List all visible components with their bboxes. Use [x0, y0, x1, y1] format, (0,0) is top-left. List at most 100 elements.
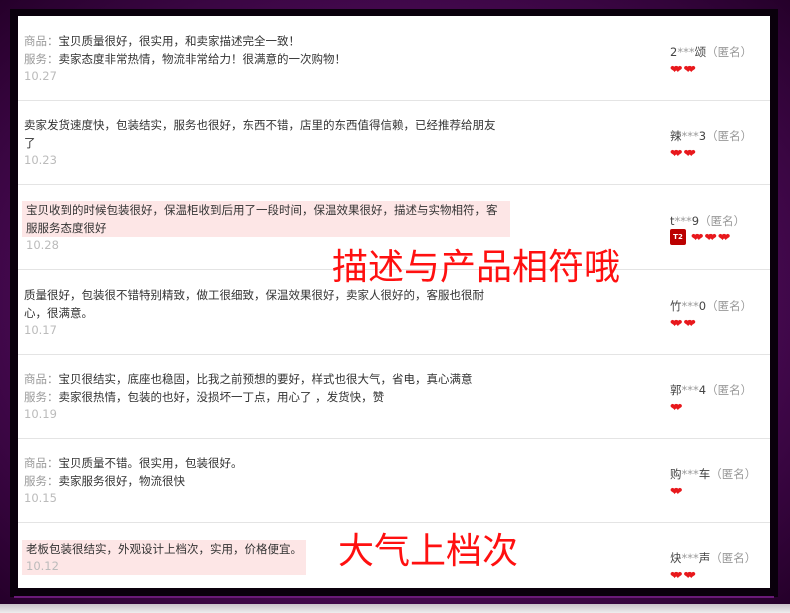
reviewer-name: 炔***声（匿名） — [670, 550, 756, 566]
review-date: 10.28 — [26, 238, 59, 252]
credit-level: ❤❤ ❤❤ — [670, 148, 696, 159]
reviewer-anon: （匿名） — [699, 214, 746, 228]
heart-icon: ❤❤ — [683, 569, 696, 582]
review-line: 服务：卖家态度非常热情，物流非常给力！很满意的一次购物！ — [24, 50, 504, 68]
reviewer-user-first: 竹 — [670, 299, 682, 313]
review-line: 服务：卖家很热情，包装的也好，没损坏一丁点，用心了 ，发货快，赞 — [24, 388, 504, 406]
heart-icon: ❤❤ — [704, 230, 717, 244]
review-date: 10.23 — [24, 153, 57, 167]
review-row: 商品：宝贝质量不错。很实用，包装很好。 服务：卖家服务很好，物流很快 10.15 购*… — [18, 438, 770, 523]
reviewer-name: 竹***0（匿名） — [670, 298, 752, 314]
review-line-text: 宝贝收到的时候包装很好，保温柜收到后用了一段时间，保温效果很好，描述与实物相符，… — [26, 203, 498, 235]
review-line-text: 卖家态度非常热情，物流非常给力！很满意的一次购物！ — [58, 52, 347, 66]
credit-level: ❤❤ ❤❤ — [670, 570, 696, 581]
overlay-caption: 描述与产品相符哦 — [332, 247, 621, 288]
reviewer-user-first: 炔 — [670, 551, 682, 565]
reviewer-user-mask: *** — [681, 551, 699, 565]
review-list: 商品：宝贝质量很好，很实用，和卖家描述完全一致！ 服务：卖家态度非常热情，物流非常… — [18, 16, 770, 588]
reviewer-name: 购***车（匿名） — [670, 466, 756, 482]
review-line-text: 卖家服务很好，物流很快 — [58, 474, 186, 488]
heart-icon: ❤❤ — [670, 485, 683, 498]
reviewer-anon: （匿名） — [710, 467, 757, 481]
reviewer-user-mask: *** — [681, 299, 699, 313]
review-date: 10.27 — [24, 69, 57, 83]
review-row: 商品：宝贝很结实，底座也稳固，比我之前预想的要好，样式也很大气，省电，真心满意服… — [18, 354, 770, 439]
review-line: 商品：宝贝质量很好，很实用，和卖家描述完全一致！ — [24, 32, 504, 50]
review-date: 10.19 — [24, 407, 57, 421]
review-line-text: 卖家很热情，包装的也好，没损坏一丁点，用心了 ，发货快，赞 — [58, 390, 385, 404]
review-line-label: 商品： — [24, 34, 59, 48]
review-line: 卖家发货速度快，包装结实，服务也很好，东西不错，店里的东西值得信赖，已经推荐给朋… — [24, 116, 504, 152]
reviewer-user-last: 9 — [691, 214, 700, 228]
reviewer-anon: （匿名） — [706, 383, 753, 397]
reviewer-anon: （匿名） — [710, 551, 757, 565]
reviewer-anon: （匿名） — [706, 45, 753, 59]
reviewer-anon: （匿名） — [706, 129, 753, 143]
review-content: 商品：宝贝质量不错。很实用，包装很好。 服务：卖家服务很好，物流很快 10.15 — [24, 454, 504, 507]
reviewer-user-mask: *** — [681, 383, 699, 397]
overlay-caption: 大气上档次 — [338, 531, 519, 572]
review-line: 宝贝收到的时候包装很好，保温柜收到后用了一段时间，保温效果很好，描述与实物相符，… — [26, 201, 506, 237]
review-line: 商品：宝贝很结实，底座也稳固，比我之前预想的要好，样式也很大气，省电，真心满意 — [24, 370, 504, 388]
credit-level: ❤❤ ❤❤ — [670, 64, 696, 75]
review-content: 质量很好，包装很不错特别精致，做工很细致，保温效果很好，卖家人很好的，客服也很耐… — [24, 286, 504, 339]
review-content: 宝贝收到的时候包装很好，保温柜收到后用了一段时间，保温效果很好，描述与实物相符，… — [22, 201, 510, 237]
reviewer-user-last: 声 — [698, 551, 711, 565]
review-line: 老板包装很结实，外观设计上档次，实用，价格便宜。 — [26, 540, 302, 558]
review-content: 商品：宝贝质量很好，很实用，和卖家描述完全一致！ 服务：卖家态度非常热情，物流非常… — [24, 32, 504, 85]
review-line-text: 卖家发货速度快，包装结实，服务也很好，东西不错，店里的东西值得信赖，已经推荐给朋… — [24, 118, 496, 150]
reviewer-name: t***9（匿名） — [670, 213, 745, 229]
heart-icon: ❤❤ — [670, 63, 683, 76]
review-row: 卖家发货速度快，包装结实，服务也很好，东西不错，店里的东西值得信赖，已经推荐给朋… — [18, 100, 770, 185]
reviewer-user-last: 4 — [698, 383, 707, 397]
heart-icon: ❤❤ — [670, 147, 683, 160]
heart-icon: ❤❤ — [717, 230, 731, 244]
credit-level: ❤❤ ❤❤ — [670, 318, 696, 329]
review-content: 商品：宝贝很结实，底座也稳固，比我之前预想的要好，样式也很大气，省电，真心满意服… — [24, 370, 504, 423]
heart-icon: ❤❤ — [670, 569, 683, 582]
heart-icon: ❤❤ — [683, 63, 696, 76]
reviewer-user-last: 车 — [698, 467, 711, 481]
reviewer-name: 辣***3（匿名） — [670, 128, 752, 144]
review-line-label: 服务： — [24, 52, 59, 66]
reviewer-name: 郭***4（匿名） — [670, 382, 752, 398]
review-line-label: 服务： — [24, 390, 59, 404]
review-content: 卖家发货速度快，包装结实，服务也很好，东西不错，店里的东西值得信赖，已经推荐给朋… — [24, 116, 504, 169]
credit-level: T2 ❤❤ ❤❤ ❤❤ — [670, 229, 731, 245]
reviewer-user-last: 3 — [698, 129, 707, 143]
review-date: 10.17 — [24, 323, 57, 337]
review-line-label: 商品： — [24, 456, 59, 470]
reviewer-user-first: 郭 — [670, 383, 682, 397]
heart-icon: ❤❤ — [683, 317, 696, 330]
heart-icon: ❤❤ — [670, 317, 683, 330]
review-line-text: 宝贝质量很好，很实用，和卖家描述完全一致！ — [58, 34, 301, 48]
reviewer-user-first: 购 — [670, 467, 682, 481]
review-line: 服务：卖家服务很好，物流很快 — [24, 472, 504, 490]
review-line-text: 宝贝质量不错。很实用，包装很好。 — [58, 456, 243, 470]
review-line: 商品：宝贝质量不错。很实用，包装很好。 — [24, 454, 504, 472]
review-content: 老板包装很结实，外观设计上档次，实用，价格便宜。 10.12 — [22, 540, 306, 575]
review-line-label: 服务： — [24, 474, 59, 488]
credit-level: ❤❤ — [670, 485, 683, 498]
bottom-shadow — [0, 604, 790, 613]
credit-level: ❤❤ — [670, 401, 683, 414]
reviewer-user-mask: *** — [681, 129, 699, 143]
reviewer-user-mask: *** — [677, 45, 695, 59]
reviewer-user-mask: *** — [681, 467, 699, 481]
reviewer-name: 2***颂（匿名） — [670, 44, 752, 60]
member-badge-icon: T2 — [670, 229, 686, 245]
reviewer-anon: （匿名） — [706, 299, 753, 313]
reviewer-user-first: 辣 — [670, 129, 682, 143]
reviewer-user-last: 0 — [698, 299, 707, 313]
heart-icon: ❤❤ — [683, 147, 696, 160]
heart-icon: ❤❤ — [691, 230, 704, 244]
reviewer-user-mask: *** — [674, 214, 692, 228]
heart-icon: ❤❤ — [670, 401, 683, 414]
review-row: 商品：宝贝质量很好，很实用，和卖家描述完全一致！ 服务：卖家态度非常热情，物流非常… — [18, 16, 770, 101]
review-line-text: 宝贝很结实，底座也稳固，比我之前预想的要好，样式也很大气，省电，真心满意 — [58, 372, 473, 386]
review-date: 10.15 — [24, 491, 57, 505]
review-date: 10.12 — [26, 559, 59, 573]
review-line-text: 质量很好，包装很不错特别精致，做工很细致，保温效果很好，卖家人很好的，客服也很耐… — [24, 288, 484, 320]
reviewer-user-last: 颂 — [694, 45, 707, 59]
review-line-label: 商品： — [24, 372, 59, 386]
